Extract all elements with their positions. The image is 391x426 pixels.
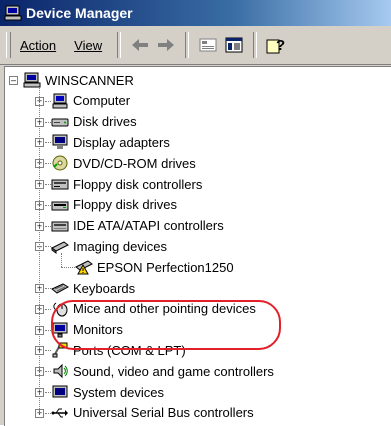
tree-item-label: Sound, video and game controllers [73,363,274,379]
usb-icon [51,408,68,418]
toolbar-separator [185,32,190,58]
tree-root[interactable]: WINSCANNER [23,70,134,90]
system-device-icon [52,385,68,398]
svg-text:?: ? [276,37,285,54]
help-icon: ? [266,37,285,54]
device-tree[interactable]: – + + + + + + + – + + + + + + + WINSCANNER Computer Disk … [4,66,391,426]
tree-item-computer[interactable]: Computer [51,91,130,111]
tree-item-label: IDE ATA/ATAPI controllers [73,218,224,234]
console-tree-icon [225,37,243,53]
tree-item-label: WINSCANNER [45,72,134,88]
menu-view[interactable]: View [65,38,111,53]
tree-item-label: Computer [73,93,131,109]
help-button[interactable]: ? [263,33,289,57]
tree-item-label: Disk drives [73,114,137,130]
menu-view-label: View [74,37,103,53]
tree-item-label: Floppy disk controllers [73,176,203,192]
back-arrow-icon [132,39,149,51]
tree-item-dvd-cd-rom-drives[interactable]: DVD/CD-ROM drives [51,153,196,173]
tree-item-floppy-disk-controllers[interactable]: Floppy disk controllers [51,174,202,194]
highlight-circle [51,300,281,350]
root-computer-icon [23,72,41,88]
window-title: Device Manager [26,5,133,21]
dvd-drive-icon [52,155,68,171]
properties-button[interactable] [195,33,221,57]
tree-item-floppy-disk-drives[interactable]: Floppy disk drives [51,195,177,215]
title-bar[interactable]: Device Manager [0,0,391,26]
scanner-warning-icon [75,260,93,275]
keyboard-icon [51,283,69,294]
disk-drive-icon [51,118,69,127]
tree-item-sound-video-and-game-controllers[interactable]: Sound, video and game controllers [51,361,274,381]
tree-item-label: System devices [73,384,165,400]
tree-item-label: Floppy disk drives [73,197,178,213]
forward-arrow-icon [158,39,175,51]
floppy-controller-icon [51,179,69,190]
collapse-icon[interactable]: – [9,76,18,85]
tree-item-label: Universal Serial Bus controllers [73,405,254,421]
tree-item-label: Keyboards [73,280,136,296]
tree-item-imaging-devices[interactable]: Imaging devices [51,236,167,256]
properties-icon [199,38,217,52]
tree-item-epson-perfection1250[interactable]: EPSON Perfection1250 [75,257,234,277]
display-adapter-icon [52,134,68,150]
tree-item-keyboards[interactable]: Keyboards [51,278,135,298]
tree-connector-line [61,267,75,269]
device-manager-window: Device Manager Action View ? – + + + + +… [0,0,391,426]
scanner-icon [51,241,69,255]
device-manager-icon [4,5,22,21]
tree-item-universal-serial-bus-controllers[interactable]: Universal Serial Bus controllers [51,403,254,423]
tree-item-label: DVD/CD-ROM drives [73,155,196,171]
toolbar: Action View ? [0,26,391,65]
tree-item-label: Display adapters [73,134,170,150]
forward-button[interactable] [153,33,179,57]
ide-controller-icon [51,221,69,232]
tree-item-label: EPSON Perfection1250 [97,259,234,275]
sound-icon [53,363,68,379]
tree-item-label: Imaging devices [73,238,167,254]
toolbar-separator [117,32,122,58]
tree-item-system-devices[interactable]: System devices [51,382,164,402]
toolbar-separator [253,32,258,58]
menu-action[interactable]: Action [11,38,65,53]
tree-item-disk-drives[interactable]: Disk drives [51,112,137,132]
tree-item-ide-ata-atapi-controllers[interactable]: IDE ATA/ATAPI controllers [51,216,224,236]
floppy-drive-icon [51,201,69,211]
computer-icon [52,93,68,109]
console-tree-button[interactable] [221,33,247,57]
tree-item-display-adapters[interactable]: Display adapters [51,132,170,152]
back-button[interactable] [127,33,153,57]
menu-action-label: Action [20,37,57,53]
tree-connector-line [39,86,40,413]
